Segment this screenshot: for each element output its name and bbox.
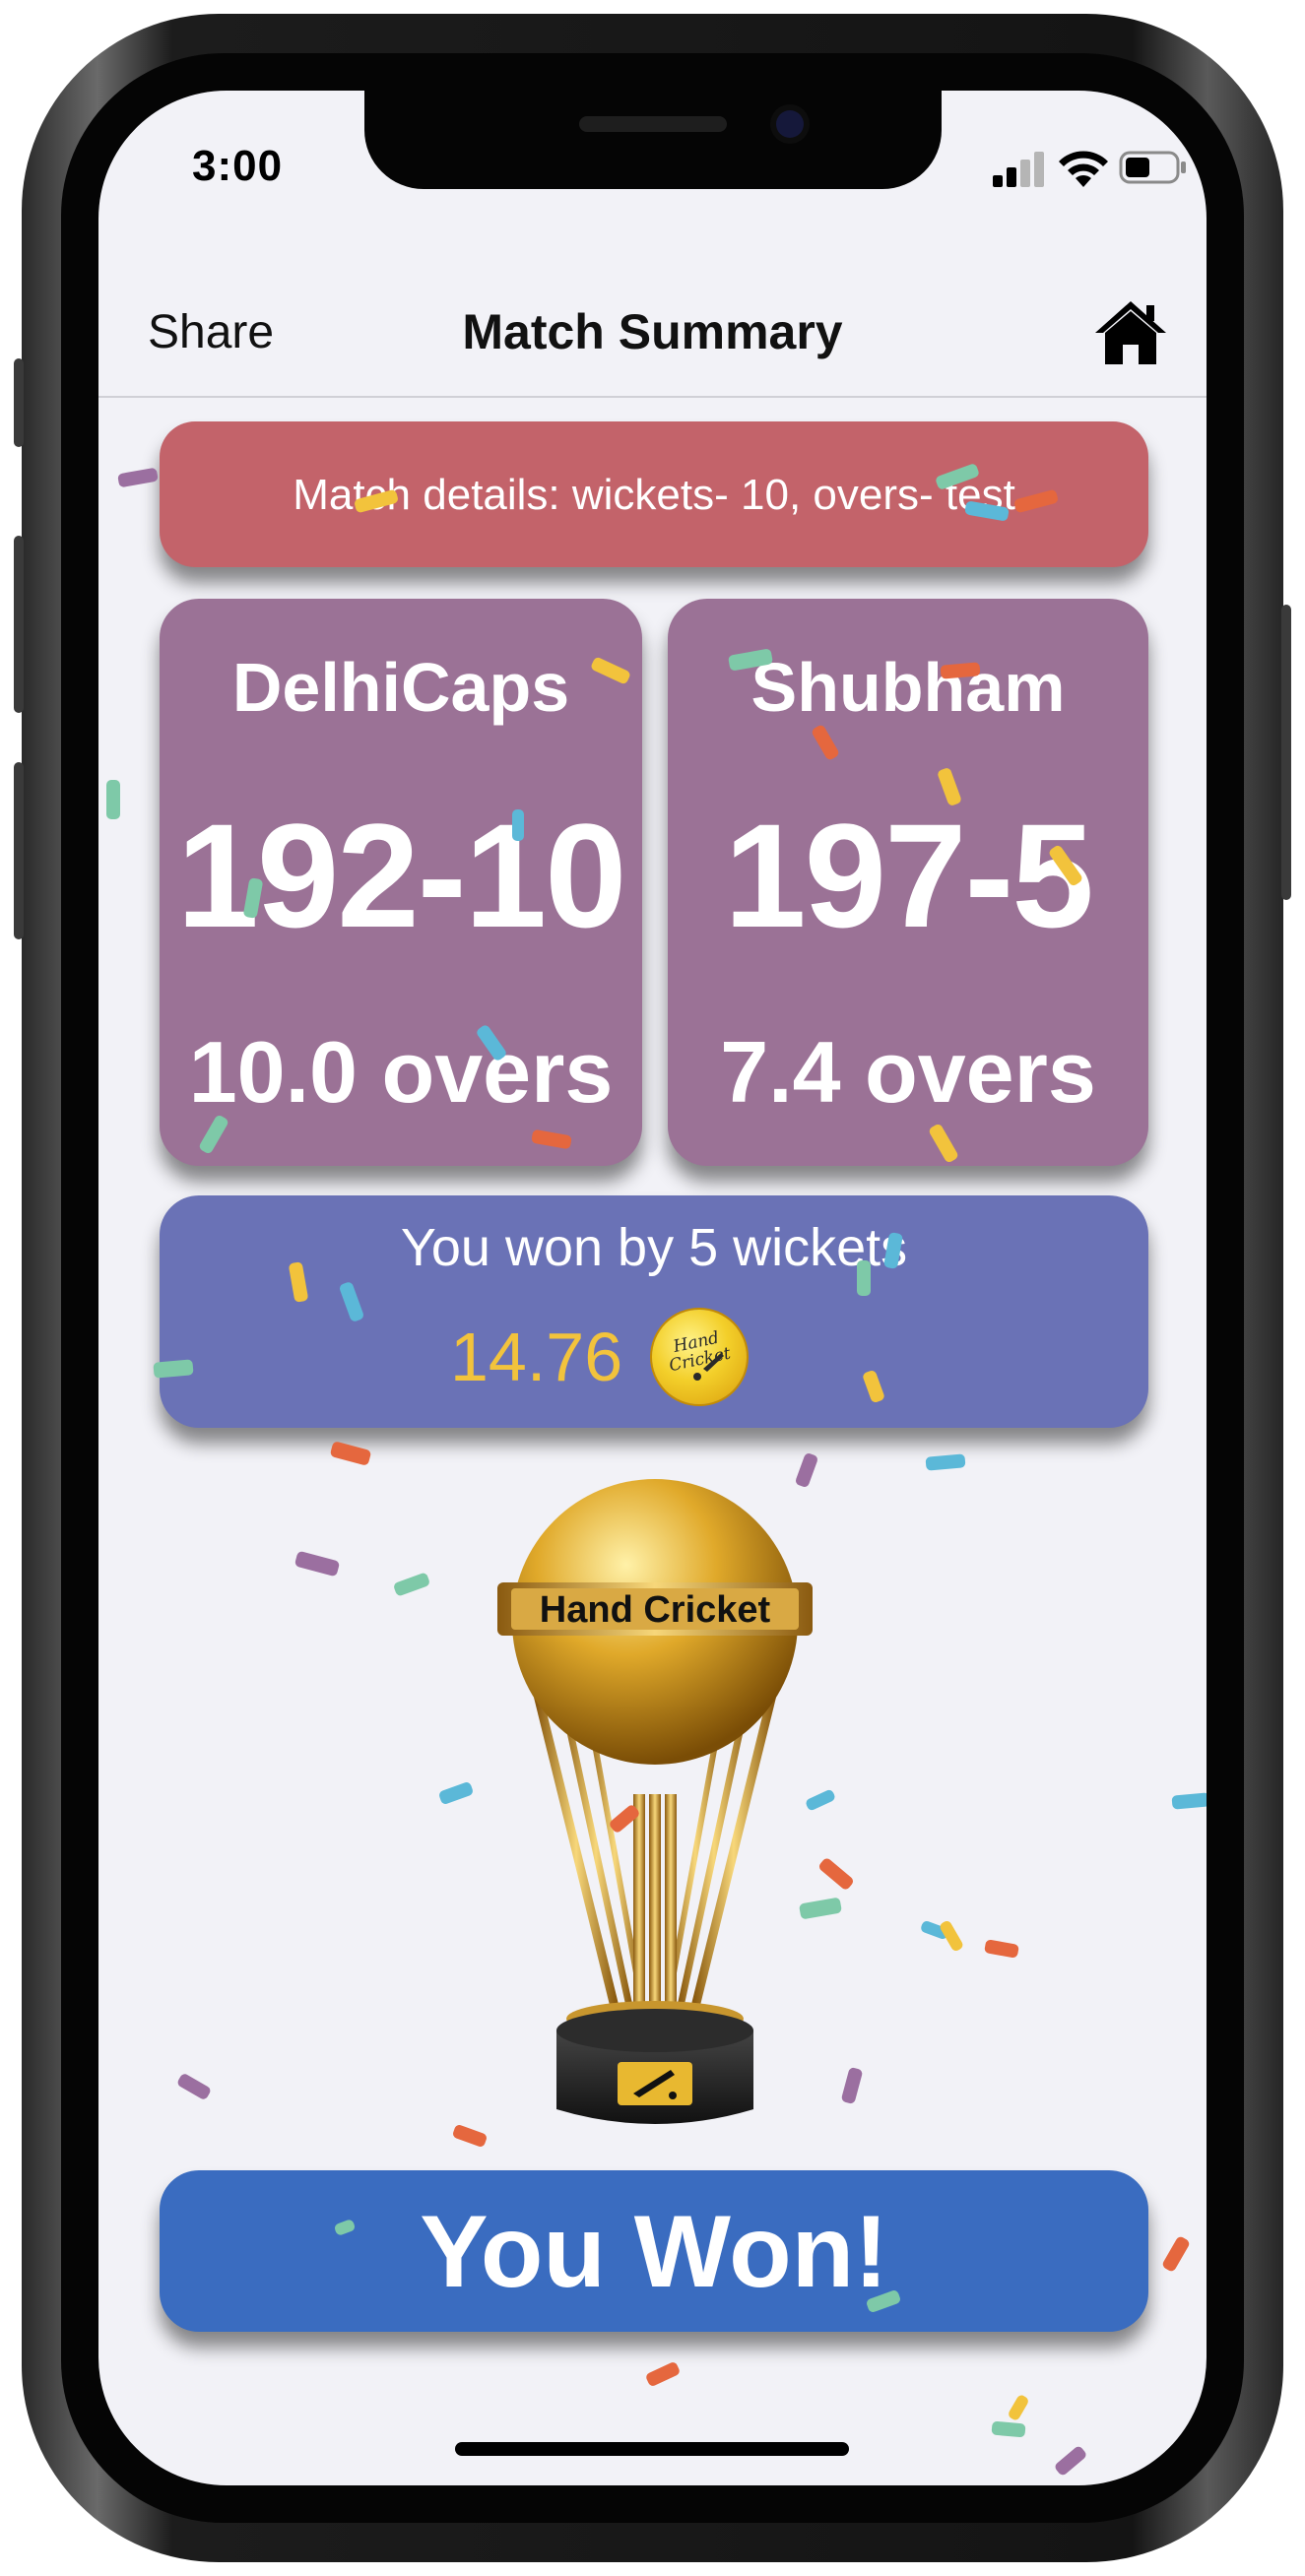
team-card: DelhiCaps 192-10 10.0 overs [160,599,642,1166]
page-title: Match Summary [462,304,843,359]
match-details-text: Match details: wickets- 10, overs- test [293,471,1015,519]
team-score: 192-10 [176,793,626,958]
trophy-label: Hand Cricket [540,1589,771,1631]
result-card: You won by 5 wickets 14.76 Hand Cricket [160,1195,1148,1428]
wifi-icon [1059,151,1108,187]
battery-icon [1119,151,1186,184]
result-text: You won by 5 wickets [400,1218,908,1277]
home-indicator[interactable] [455,2442,849,2456]
coin-logo: Hand Cricket [668,1328,733,1381]
coin-icon: Hand Cricket [652,1310,747,1404]
team-overs: 7.4 overs [720,1023,1096,1121]
cellular-signal-icon [993,152,1046,187]
coins-earned: 14.76 [450,1319,623,1395]
screen: 3:00 Share Match Summary Match details: … [98,91,1207,2485]
team-score: 197-5 [724,793,1094,958]
volume-down-button [14,762,24,939]
team-name: Shubham [750,649,1066,726]
volume-up-button [14,536,24,713]
power-button [1281,605,1291,900]
home-icon[interactable] [1093,297,1168,366]
earpiece-speaker [579,116,727,132]
team-overs: 10.0 overs [188,1023,614,1121]
notch [364,91,942,189]
navigation-bar: Share Match Summary [98,258,1207,398]
team-card: Shubham 197-5 7.4 overs [668,599,1148,1166]
you-won-label: You Won! [420,2195,888,2309]
status-time: 3:00 [192,142,284,190]
team-name: DelhiCaps [231,649,570,726]
you-won-button[interactable]: You Won! [160,2170,1148,2332]
trophy-image: Hand Cricket [497,1479,813,2124]
match-details-card: Match details: wickets- 10, overs- test [160,421,1148,567]
front-camera [776,110,804,138]
silent-switch [14,358,24,447]
